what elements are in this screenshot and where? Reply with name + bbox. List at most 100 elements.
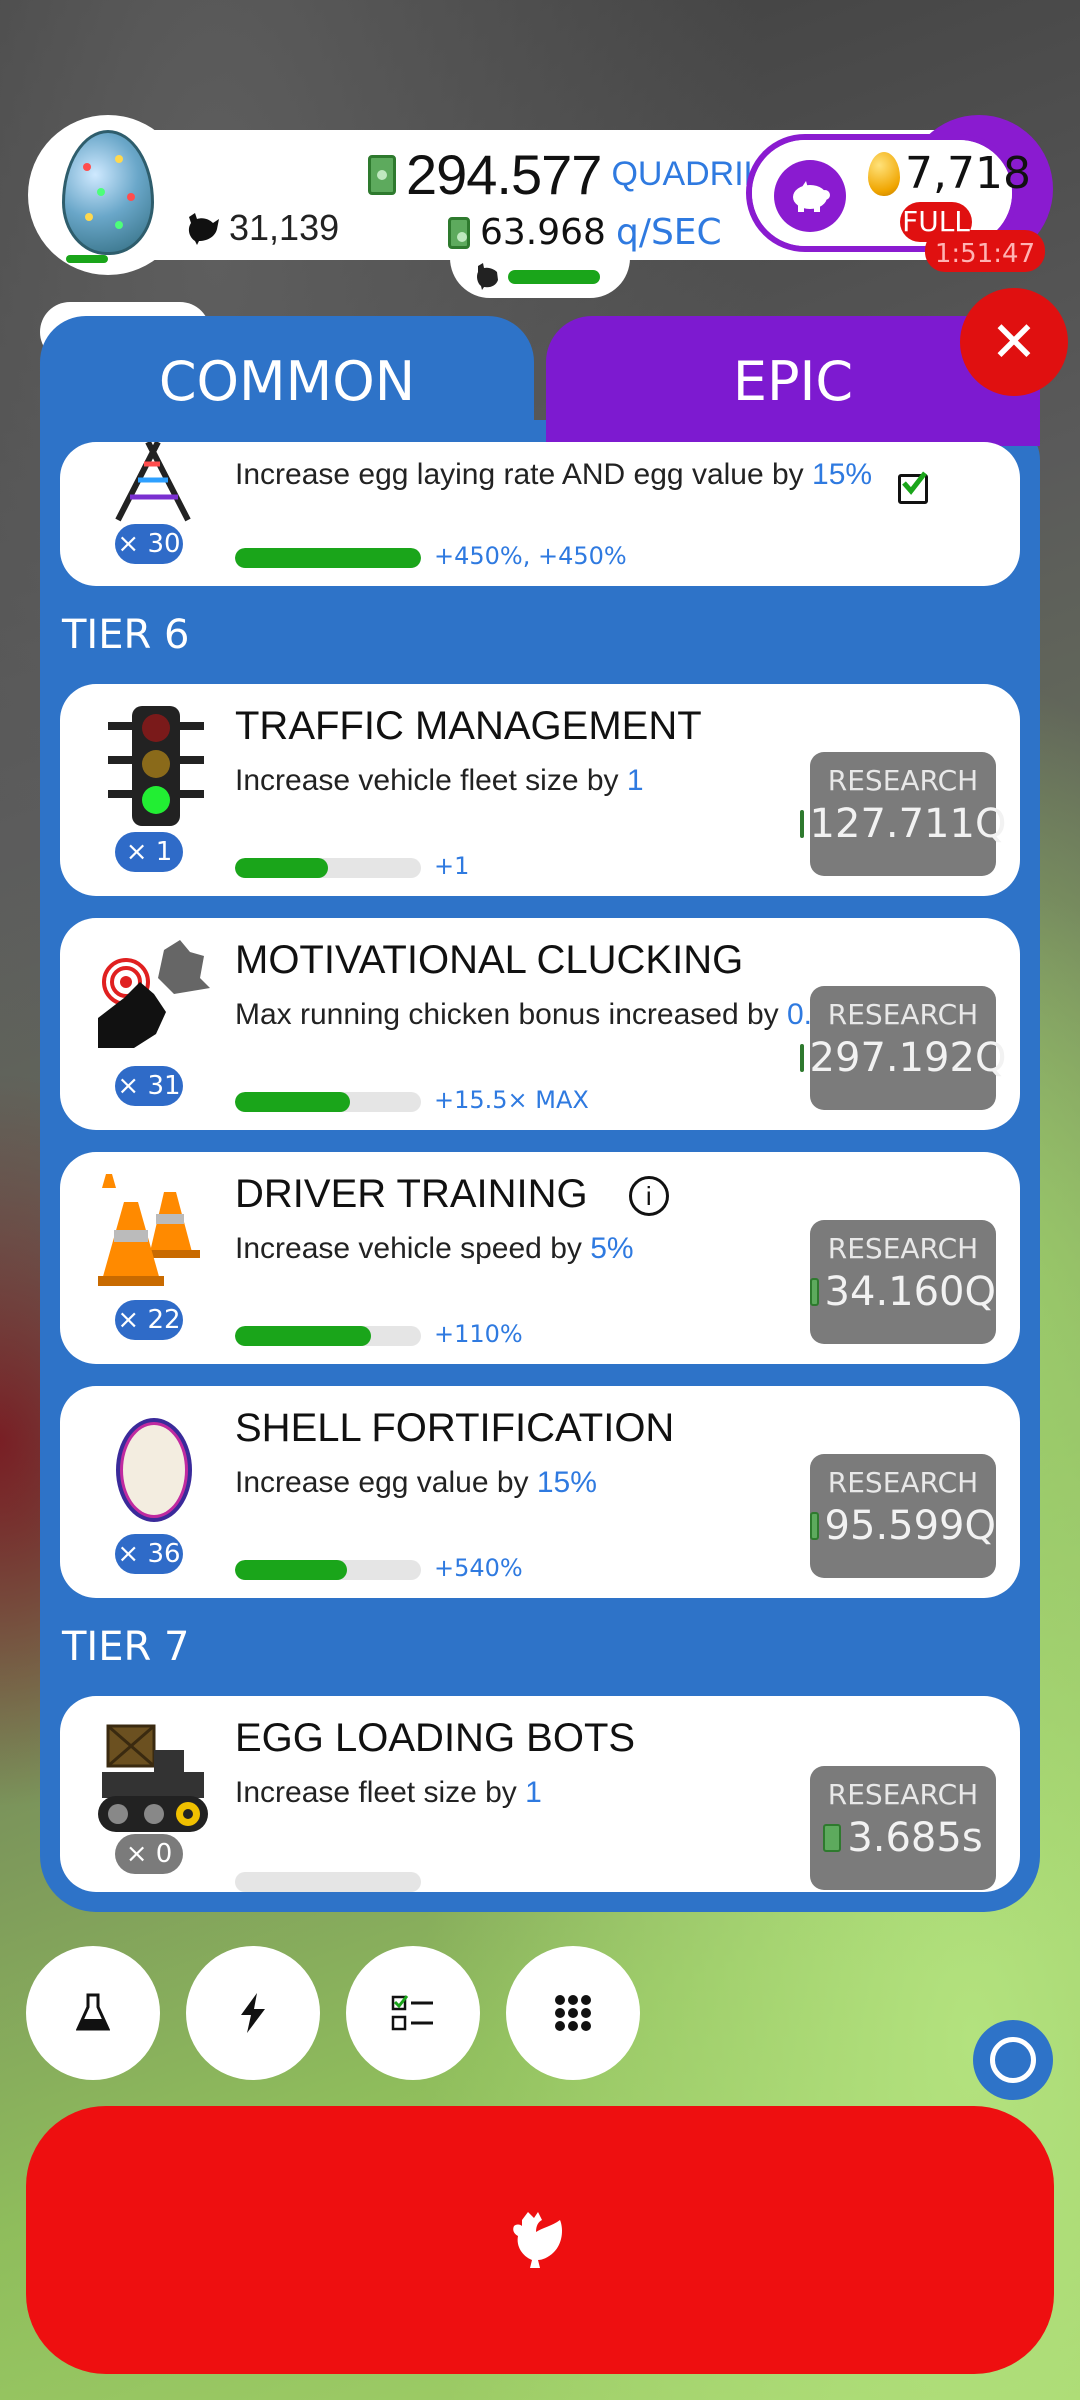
research-cost: 297.192Q [799, 1035, 1006, 1081]
rate-unit: q/SEC [615, 212, 722, 253]
research-cost-value: 34.160Q [824, 1269, 996, 1315]
research-card-driver-training: × 22 DRIVER TRAINING i Increase vehicle … [60, 1152, 1020, 1364]
cash-icon [810, 1512, 819, 1540]
progress-text: +110% [434, 1320, 523, 1348]
research-progress-fill [235, 548, 421, 568]
research-level-badge: × 22 [115, 1300, 183, 1340]
research-level-badge: × 1 [115, 832, 183, 872]
description-text: Increase fleet size by [235, 1776, 517, 1809]
motivational-chicken-icon [94, 938, 218, 1062]
research-title-text: DRIVER TRAINING [235, 1172, 588, 1216]
menu-button[interactable] [506, 1946, 640, 2080]
research-card-partial: × 30 Increase egg laying rate AND egg va… [60, 442, 1020, 586]
research-card-traffic-management: × 1 TRAFFIC MANAGEMENT Increase vehicle … [60, 684, 1020, 896]
research-cost-value: 3.685s [847, 1815, 983, 1861]
grid-icon [555, 1995, 591, 2031]
research-progress-fill [235, 1560, 347, 1580]
info-icon[interactable]: i [628, 1176, 669, 1217]
research-cost-value: 95.599Q [824, 1503, 996, 1549]
research-button[interactable]: RESEARCH 297.192Q [799, 986, 1006, 1110]
checkbox-icon [898, 471, 928, 504]
boosts-button[interactable] [186, 1946, 320, 2080]
research-progress-fill [235, 1326, 371, 1346]
progress-text: +540% [434, 1554, 523, 1582]
tier-7-label: TIER 7 [62, 1624, 190, 1670]
research-cost: 3.685s [810, 1815, 996, 1861]
cash-icon [799, 810, 804, 838]
cash-icon [448, 216, 470, 249]
cash-icon [799, 1044, 804, 1072]
checklist-icon [391, 1995, 433, 2031]
money-value: 294.577 [406, 143, 602, 206]
lightning-icon [241, 1993, 265, 2033]
description-value: 5% [590, 1232, 634, 1265]
research-button[interactable]: RESEARCH 3.685s [810, 1766, 996, 1890]
research-lab-button[interactable] [26, 1946, 160, 2080]
golden-egg-icon [868, 152, 900, 196]
description-text: Increase egg laying rate AND egg value b… [235, 458, 804, 491]
close-icon: ✕ [990, 309, 1038, 375]
flask-icon [76, 1993, 110, 2031]
hatch-progress [508, 270, 600, 284]
research-progress-fill [235, 1092, 351, 1112]
full-badge: FULL [900, 202, 972, 242]
description-value: 1 [525, 1776, 542, 1809]
research-progress [235, 1560, 421, 1580]
research-description: Max running chicken bonus increased by 0… [235, 998, 846, 1032]
traffic-light-icon [94, 704, 218, 828]
research-cost: 127.711Q [799, 801, 1006, 847]
chicken-icon [188, 213, 219, 245]
research-button[interactable]: RESEARCH 95.599Q [810, 1454, 996, 1578]
research-title: SHELL FORTIFICATION [235, 1406, 675, 1450]
research-description: Increase vehicle fleet size by 1 [235, 764, 644, 798]
missions-button[interactable] [346, 1946, 480, 2080]
loading-bot-icon [94, 1716, 218, 1840]
chicken-count: 31,139 [185, 207, 339, 249]
research-progress [235, 1326, 421, 1346]
research-title: TRAFFIC MANAGEMENT [235, 704, 702, 748]
research-description: Increase egg laying rate AND egg value b… [235, 458, 872, 492]
research-button-label: RESEARCH [827, 1466, 979, 1499]
progress-text: +450%, +450% [434, 542, 627, 570]
hatch-chicken-button[interactable] [26, 2106, 1054, 2374]
research-title: DRIVER TRAINING i [235, 1172, 669, 1217]
research-card-shell-fortification: × 36 SHELL FORTIFICATION Increase egg va… [60, 1386, 1020, 1598]
research-progress-fill [235, 858, 328, 878]
earning-rate: 63.968 q/SEC [448, 212, 722, 253]
camera-toggle-button[interactable] [973, 2020, 1053, 2100]
description-text: Increase vehicle speed by [235, 1232, 582, 1265]
research-button-label: RESEARCH [827, 764, 979, 797]
research-progress [235, 858, 421, 878]
progress-text: +1 [434, 852, 470, 880]
chicken-icon [513, 2212, 562, 2268]
research-card-motivational-clucking: × 31 MOTIVATIONAL CLUCKING Max running c… [60, 918, 1020, 1130]
research-description: Increase fleet size by 1 [235, 1776, 542, 1810]
description-text: Increase vehicle fleet size by [235, 764, 619, 797]
chicken-count-label: 31,139 [229, 207, 340, 248]
research-button-label: RESEARCH [827, 998, 979, 1031]
egg-shell-icon [94, 1406, 218, 1530]
description-value: 1 [626, 764, 644, 797]
cash-icon [810, 1278, 819, 1306]
rate-value: 63.968 [480, 212, 606, 253]
circle-icon [990, 2037, 1036, 2083]
dna-icon [115, 442, 191, 522]
research-cost: 34.160Q [810, 1269, 996, 1315]
research-progress [235, 1872, 421, 1892]
traffic-cones-icon [94, 1172, 218, 1296]
research-cost-value: 297.192Q [809, 1035, 1007, 1081]
research-button[interactable]: RESEARCH 127.711Q [799, 752, 1006, 876]
description-text: Max running chicken bonus increased by [235, 998, 779, 1031]
research-button[interactable]: RESEARCH 34.160Q [810, 1220, 996, 1344]
research-card-egg-loading-bots: × 0 EGG LOADING BOTS Increase fleet size… [60, 1696, 1020, 1892]
tab-common[interactable]: COMMON [40, 316, 534, 446]
research-description: Increase egg value by 15% [235, 1466, 597, 1500]
cash-icon [823, 1824, 842, 1852]
egg-progress [66, 255, 108, 263]
piggy-bank-icon[interactable] [774, 160, 846, 232]
close-button[interactable]: ✕ [960, 288, 1068, 396]
research-level-badge: × 30 [115, 524, 183, 564]
research-button-label: RESEARCH [827, 1778, 979, 1811]
research-progress [235, 1092, 421, 1112]
cash-icon [368, 154, 396, 195]
